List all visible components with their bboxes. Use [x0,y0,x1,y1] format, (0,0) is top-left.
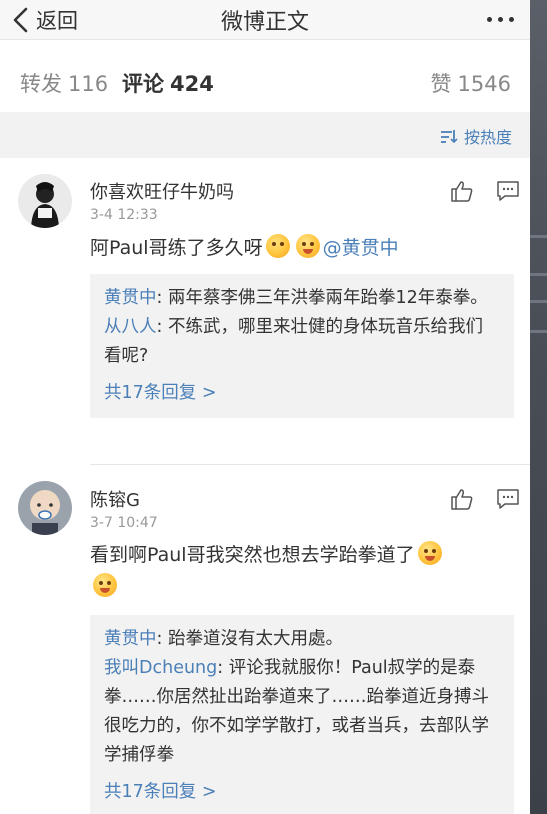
sort-icon [440,130,458,144]
more-icon[interactable] [487,17,514,22]
tab-like-label: 赞 [430,72,452,96]
view-more-replies-link[interactable]: 共17条回复 > [104,379,500,408]
kiss-emoji-icon [265,234,290,258]
page-title: 微博正文 [220,10,309,35]
background-strip [530,0,547,814]
comment-time: 3-7 10:47 [90,515,158,531]
sort-bar: 按热度 [0,112,530,158]
sort-label: 按热度 [463,128,512,147]
tab-bar: 转发 116 评论 424 赞 1546 [0,40,530,112]
reply-author[interactable]: 从八人 [104,317,157,337]
view-more-replies-link[interactable]: 共17条回复 > [104,778,500,807]
sort-by-hot-button[interactable]: 按热度 [440,124,512,148]
reply-item[interactable]: 从八人: 不练武，哪里来壮健的身体玩音乐给我们看呢? [104,313,500,371]
comment-body: 阿Paul哥练了多久呀 [90,237,263,259]
reply-item[interactable]: 黄贯中: 跆拳道沒有太大用處。 [104,625,500,654]
reply-item[interactable]: 黄贯中: 兩年蔡李佛三年洪拳兩年跆拳12年泰拳。 [104,284,500,313]
weibo-detail-page: 返回 微博正文 转发 116 评论 424 赞 1546 按热度 你喜欢旺仔牛奶… [0,0,530,814]
tab-repost[interactable]: 转发 116 [20,68,108,98]
reply-item[interactable]: 我叫Dcheung: 评论我就服你！Paul叔学的是泰拳……你居然扯出跆拳道来了… [104,654,500,770]
reply-text: : 不练武，哪里来壮健的身体玩音乐给我们看呢? [104,317,483,366]
reply-author[interactable]: 我叫Dcheung [104,658,217,678]
reply-author[interactable]: 黄贯中 [104,288,157,308]
reply-text: : 兩年蔡李佛三年洪拳兩年跆拳12年泰拳。 [156,288,488,308]
mention-link[interactable]: @黄贯中 [323,237,399,259]
reply-text: : 跆拳道沒有太大用處。 [156,629,343,649]
comment-reply-icon[interactable] [496,180,520,202]
comment-text: 阿Paul哥练了多久呀 @黄贯中 [90,232,399,264]
tab-comment-count: 424 [170,72,214,96]
thumbs-up-icon[interactable] [450,180,474,202]
comment-item: 陈镕G 3-7 10:47 看到啊Paul哥我突然也想去学跆拳道了 黄贯中: 跆… [0,465,530,814]
tab-repost-count: 116 [68,72,109,96]
avatar[interactable] [18,481,72,535]
reply-box: 黄贯中: 跆拳道沒有太大用處。 我叫Dcheung: 评论我就服你！Paul叔学… [90,615,514,814]
shy-emoji-icon [417,541,442,565]
thumbs-up-icon[interactable] [450,488,474,510]
comment-username[interactable]: 你喜欢旺仔牛奶吗 [90,178,234,204]
tab-comment-label: 评论 [122,72,164,96]
comment-reply-icon[interactable] [496,488,520,510]
reply-box: 黄贯中: 兩年蔡李佛三年洪拳兩年跆拳12年泰拳。 从八人: 不练武，哪里来壮健的… [90,274,514,418]
tab-comment[interactable]: 评论 424 [122,68,214,98]
comment-body: 看到啊Paul哥我突然也想去学跆拳道了 [90,544,415,566]
comment-username[interactable]: 陈镕G [90,486,140,512]
tab-repost-label: 转发 [20,72,62,96]
nav-bar: 返回 微博正文 [0,0,530,40]
avatar[interactable] [18,174,72,228]
shy-emoji-icon [295,234,320,258]
reply-author[interactable]: 黄贯中 [104,629,157,649]
comment-time: 3-4 12:33 [90,207,158,223]
comment-text: 看到啊Paul哥我突然也想去学跆拳道了 [90,539,490,603]
tab-like-count: 1546 [457,72,511,96]
tab-like[interactable]: 赞 1546 [431,68,511,98]
shy-emoji-icon [93,573,117,597]
comment-item: 你喜欢旺仔牛奶吗 3-4 12:33 阿Paul哥练了多久呀 @黄贯中 黄贯中: … [0,158,530,464]
